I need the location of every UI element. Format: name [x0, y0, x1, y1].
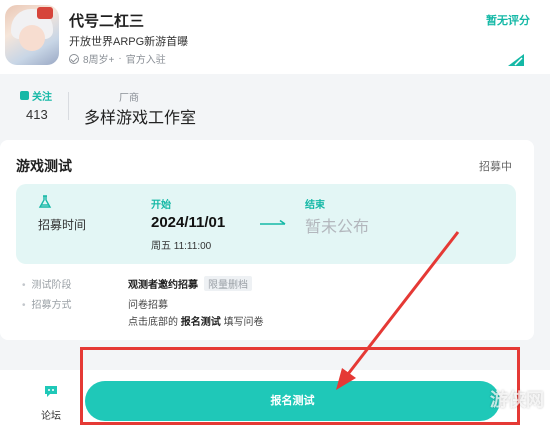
game-header: 代号二杠三 开放世界ARPG新游首曝 8周岁+ · 官方入驻 暂无评分: [0, 0, 550, 74]
watermark: 游侠网: [490, 390, 544, 410]
heart-icon: [20, 91, 29, 100]
game-app-icon[interactable]: [5, 5, 59, 65]
stats-row: 关注 413 厂商 多样游戏工作室: [0, 80, 550, 132]
end-value: 暂未公布: [305, 219, 370, 236]
recruit-status: 招募中: [479, 161, 512, 173]
start-date: 2024/11/01: [151, 214, 226, 231]
forum-button[interactable]: 论坛: [36, 384, 66, 422]
forum-label: 论坛: [41, 411, 61, 422]
follow-label: 关注: [32, 92, 52, 103]
score-status: 暂无评分: [486, 15, 530, 27]
flask-icon: [38, 195, 52, 208]
game-meta: 8周岁+ · 官方入驻: [69, 51, 166, 66]
follow-button[interactable]: 关注: [20, 88, 52, 103]
game-title: 代号二杠三: [69, 13, 145, 30]
detail-value-stage: 观测者邀约招募 限量删档: [128, 276, 252, 291]
stats-divider: [68, 92, 69, 120]
meta-separator: ·: [118, 53, 122, 64]
instruction-prefix: 点击底部的: [128, 317, 178, 328]
game-test-card: 游戏测试 招募中 招募时间 开始 2024/11/01 周五 11:11:00 …: [0, 140, 534, 340]
method-instruction: 点击底部的 报名测试 填写问卷: [128, 313, 264, 328]
stage-tag: 限量删档: [204, 276, 252, 291]
method-value: 问卷招募: [128, 300, 168, 311]
recruit-time-label: 招募时间: [38, 218, 87, 232]
age-rating: 8周岁+: [83, 55, 115, 66]
check-circle-icon: [69, 53, 79, 64]
follow-count: 413: [26, 107, 48, 122]
instruction-bold: 报名测试: [180, 317, 221, 328]
game-tagline: 开放世界ARPG新游首曝: [69, 36, 189, 48]
annotation-highlight-box: [80, 347, 520, 425]
card-title: 游戏测试: [16, 158, 72, 174]
stage-value: 观测者邀约招募: [128, 280, 198, 291]
recruit-time-box: 招募时间 开始 2024/11/01 周五 11:11:00 结束 暂未公布: [16, 184, 516, 264]
detail-key-method: 招募方式: [22, 296, 72, 311]
vendor-name[interactable]: 多样游戏工作室: [84, 104, 196, 128]
instruction-suffix: 填写问卷: [223, 317, 264, 328]
official-label: 官方入驻: [125, 55, 166, 66]
end-label: 结束: [305, 200, 325, 211]
long-arrow-icon: [260, 219, 286, 225]
chat-bubble-icon: [45, 386, 57, 397]
start-label: 开始: [151, 200, 171, 211]
vendor-label: 厂商: [119, 93, 139, 104]
start-time: 周五 11:11:00: [151, 241, 212, 252]
corner-badge-icon: [508, 54, 524, 66]
detail-key-stage: 测试阶段: [22, 276, 72, 291]
